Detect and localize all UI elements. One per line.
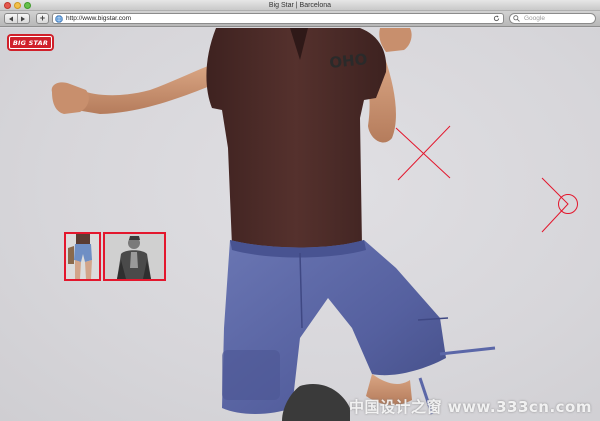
- window-title: Big Star | Barcelona: [268, 2, 332, 9]
- thumbnail-photo-jeans: [66, 234, 99, 279]
- window-titlebar: Big Star | Barcelona: [0, 0, 600, 11]
- logo-text: BIG STAR: [12, 38, 49, 47]
- add-bookmark-button[interactable]: +: [36, 13, 49, 24]
- forward-button[interactable]: [16, 14, 30, 23]
- circle-arrow-icon[interactable]: [556, 191, 582, 217]
- brand-logo[interactable]: BIG STAR: [9, 36, 52, 49]
- forward-arrow-icon: [21, 16, 26, 21]
- globe-icon: [55, 14, 63, 23]
- watermark-text: 中国设计之窗 www.333cn.com: [349, 398, 592, 416]
- browser-toolbar: + http://www.bigstar.com Google: [0, 11, 600, 27]
- address-bar[interactable]: http://www.bigstar.com: [52, 13, 504, 24]
- history-nav: [4, 13, 30, 24]
- reload-icon[interactable]: [493, 15, 500, 22]
- page-viewport: OHO BIG STAR 中国设计之窗 www.333cn.com: [0, 28, 600, 421]
- thumbnail-photo-portrait: [105, 234, 164, 279]
- thumbnail-1[interactable]: [64, 232, 101, 281]
- search-placeholder: Google: [524, 15, 545, 22]
- search-field[interactable]: Google: [509, 13, 596, 24]
- thumbnail-strip: [64, 232, 166, 281]
- model-photo: OHO: [51, 28, 496, 421]
- url-text: http://www.bigstar.com: [66, 15, 132, 22]
- back-button[interactable]: [5, 14, 17, 23]
- magnifier-icon: [513, 15, 520, 22]
- back-arrow-icon: [8, 16, 13, 21]
- thumbnail-2[interactable]: [103, 232, 166, 281]
